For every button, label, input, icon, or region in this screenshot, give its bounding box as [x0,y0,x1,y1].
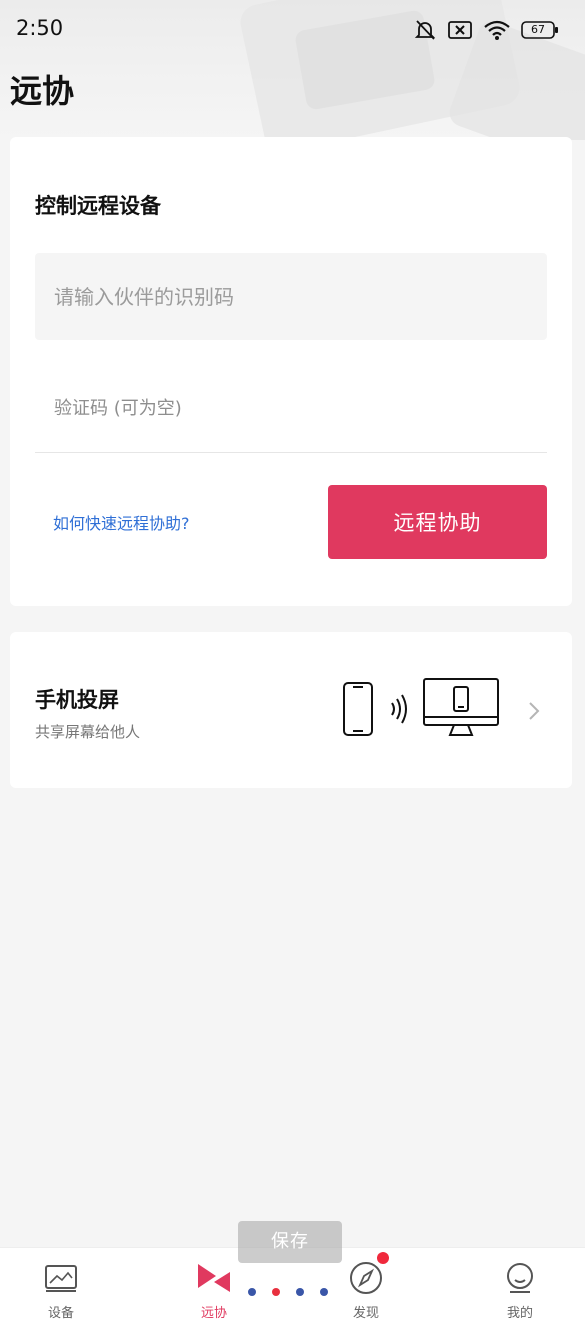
battery-icon: 67 [521,20,559,40]
nav-item-devices[interactable]: 设备 [11,1248,111,1329]
cast-card-subtitle: 共享屏幕给他人 [35,723,141,741]
phone-to-monitor-icon [340,677,510,747]
chevron-right-icon [526,700,542,726]
app-screen: 2:50 67 远协 控制远程设备 如何快速远程协助? 远程协助 手机投屏 [0,0,585,1329]
partner-code-input[interactable] [35,253,547,340]
battery-level: 67 [531,23,545,36]
sim-x-icon [447,19,473,41]
save-toast[interactable]: 保存 [238,1221,342,1263]
compass-icon [346,1258,386,1298]
page-dot [320,1288,328,1296]
page-dot [248,1288,256,1296]
page-indicator [248,1288,328,1296]
status-bar: 2:50 67 [0,0,585,60]
discover-badge [377,1252,389,1264]
cast-card-title: 手机投屏 [35,688,119,712]
page-dot [296,1288,304,1296]
remote-assist-button[interactable]: 远程协助 [328,485,547,559]
page-title: 远协 [10,72,75,110]
remote-assist-icon [194,1258,234,1298]
nav-item-mine[interactable]: 我的 [470,1248,570,1329]
page-dot [272,1288,280,1296]
nav-label-discover: 发现 [352,1306,379,1321]
bell-muted-icon [413,18,437,42]
verify-code-input[interactable] [35,365,547,453]
status-time: 2:50 [16,16,64,40]
devices-icon [41,1258,81,1298]
remote-card-title: 控制远程设备 [35,194,161,218]
nav-label-mine: 我的 [506,1306,533,1321]
help-link[interactable]: 如何快速远程协助? [53,510,190,534]
wifi-icon [483,19,511,41]
screen-cast-card[interactable]: 手机投屏 共享屏幕给他人 [10,632,572,788]
profile-icon [500,1258,540,1298]
remote-control-card: 控制远程设备 如何快速远程协助? 远程协助 [10,137,572,606]
nav-label-devices: 设备 [47,1306,74,1321]
nav-label-remote: 远协 [200,1306,227,1321]
